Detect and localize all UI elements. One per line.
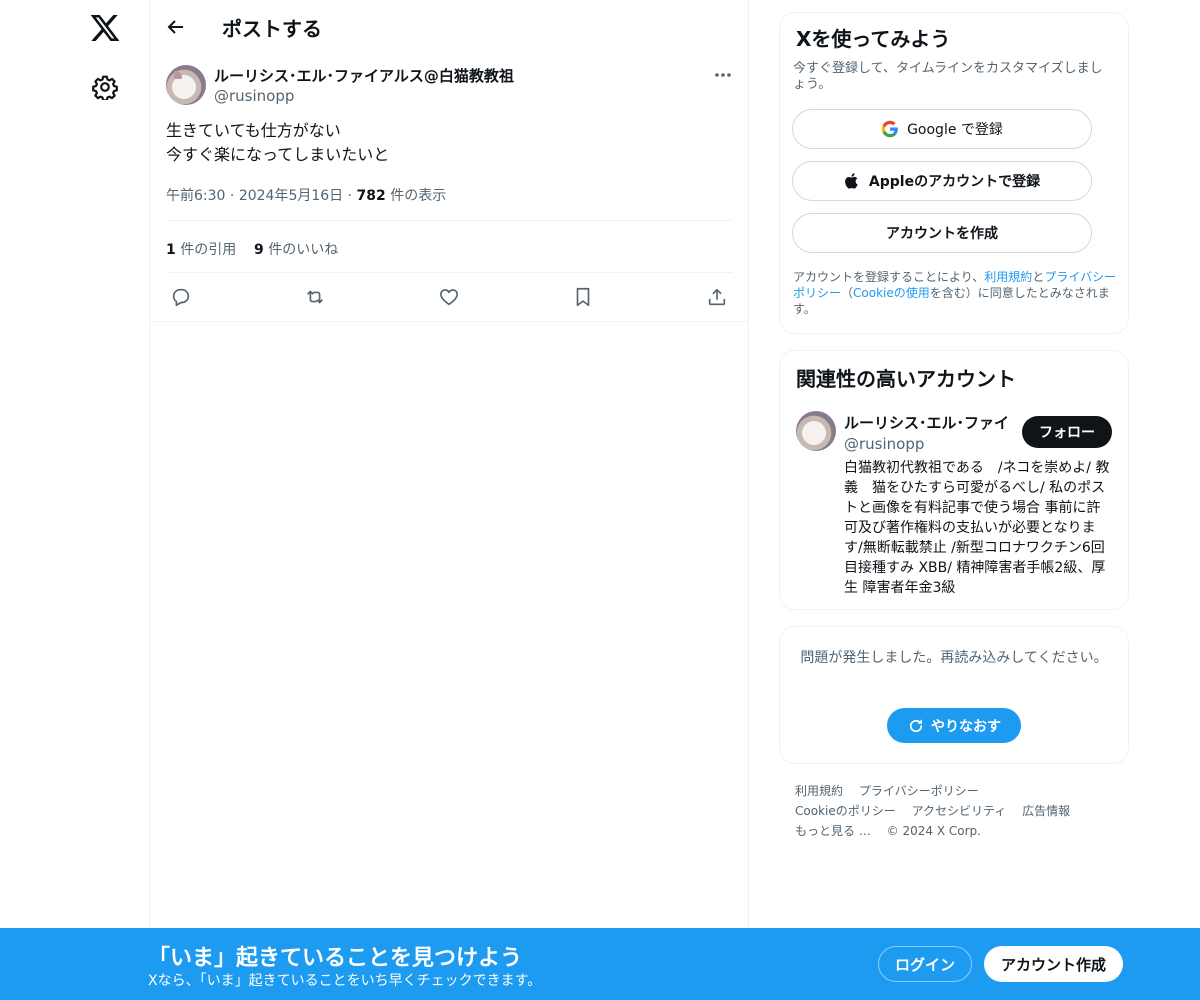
post-date[interactable]: 2024年5月16日	[239, 188, 343, 204]
avatar[interactable]	[796, 411, 836, 451]
post-actions	[150, 273, 749, 322]
cookie-link[interactable]: Cookieの使用	[853, 286, 930, 300]
create-account-label: アカウントを作成	[886, 226, 998, 242]
footer-terms-link[interactable]: 利用規約	[795, 784, 843, 798]
heart-icon[interactable]	[438, 286, 460, 308]
google-signup-button[interactable]: Google で登録	[792, 109, 1092, 149]
signup-button[interactable]: アカウント作成	[984, 946, 1123, 982]
likes-count: 9	[254, 242, 264, 258]
footer-ads-link[interactable]: 広告情報	[1022, 804, 1070, 818]
legal-mid: （	[841, 286, 854, 300]
related-account-handle[interactable]: @rusinopp	[844, 435, 924, 453]
error-message: 問題が発生しました。再読み込みしてください。	[800, 650, 1108, 666]
quotes-count: 1	[166, 242, 176, 258]
likes-stat[interactable]: 9 件のいいね	[254, 239, 338, 259]
post-author-name[interactable]: ルーリシス･エル･ファイアルス@白猫教教祖	[214, 65, 514, 86]
meta-separator: ·	[229, 188, 239, 204]
signup-card-title: Xを使ってみよう	[796, 27, 951, 51]
post-author-handle[interactable]: @rusinopp	[214, 87, 294, 105]
related-accounts-card: 関連性の高いアカウント ルーリシス･エル･ファイ @rusinopp フォロー …	[779, 350, 1129, 610]
apple-signup-label: Appleのアカウントで登録	[868, 174, 1041, 190]
bottom-signup-bar: 「いま」起きていることを見つけよう Xなら、「いま」起きていることをいち早くチェ…	[0, 928, 1200, 1000]
post-text-line: 今すぐ楽になってしまいたいと	[166, 145, 390, 164]
refresh-icon	[909, 718, 923, 732]
error-card: 問題が発生しました。再読み込みしてください。 やりなおす	[779, 626, 1129, 764]
meta-separator: ·	[347, 188, 357, 204]
footer-links: 利用規約 プライバシーポリシー Cookieのポリシー アクセシビリティ 広告情…	[795, 781, 1125, 841]
bookmark-icon[interactable]	[572, 286, 594, 308]
retry-button[interactable]: やりなおす	[887, 708, 1021, 743]
apple-icon	[845, 173, 858, 189]
x-logo-icon[interactable]	[89, 12, 121, 44]
views-count: 782	[356, 188, 386, 204]
more-options-icon[interactable]	[713, 65, 733, 85]
login-button[interactable]: ログイン	[878, 946, 972, 982]
signup-card: Xを使ってみよう 今すぐ登録して、タイムラインをカスタマイズしましょう。 Goo…	[779, 12, 1129, 334]
footer-cookie-link[interactable]: Cookieのポリシー	[795, 804, 896, 818]
page-header: ポストする	[150, 0, 748, 54]
terms-link[interactable]: 利用規約	[984, 270, 1032, 284]
gear-icon[interactable]	[92, 74, 118, 100]
footer-copyright: © 2024 X Corp.	[886, 824, 981, 838]
related-account-name[interactable]: ルーリシス･エル･ファイ	[844, 412, 1009, 433]
footer-more-link[interactable]: もっと見る …	[795, 824, 871, 838]
legal-prefix: アカウントを登録することにより、	[793, 270, 985, 284]
reply-icon[interactable]	[170, 286, 192, 308]
bottom-bar-title: 「いま」起きていることを見つけよう	[148, 946, 523, 971]
footer-privacy-link[interactable]: プライバシーポリシー	[859, 784, 979, 798]
quotes-stat[interactable]: 1 件の引用	[166, 239, 236, 259]
signup-legal-text: アカウントを登録することにより、利用規約とプライバシーポリシー（Cookieの使…	[793, 269, 1117, 317]
signup-card-subtitle: 今すぐ登録して、タイムラインをカスタマイズしましょう。	[793, 61, 1103, 92]
main-column: ポストする ルーリシス･エル･ファイアルス@白猫教教祖 @rusinopp 生き…	[150, 0, 749, 1000]
arrow-left-icon[interactable]	[164, 15, 188, 39]
avatar[interactable]	[166, 65, 206, 105]
retweet-icon[interactable]	[304, 286, 326, 308]
related-account-bio: 白猫教初代教祖である /ネコを崇めよ/ 教義 猫をひたすら可愛がるべし/ 私のポ…	[844, 460, 1110, 596]
page-title: ポストする	[222, 17, 322, 41]
related-accounts-title: 関連性の高いアカウント	[796, 367, 1016, 391]
post-stats: 1 件の引用 9 件のいいね	[166, 220, 733, 273]
post-text-line: 生きていても仕方がない	[166, 121, 341, 140]
follow-button[interactable]: フォロー	[1022, 416, 1112, 448]
post-time[interactable]: 午前6:30	[166, 188, 225, 204]
footer-accessibility-link[interactable]: アクセシビリティ	[912, 804, 1007, 818]
post-meta: 午前6:30 · 2024年5月16日 · 782 件の表示	[166, 185, 446, 205]
quotes-label: 件の引用	[180, 242, 237, 258]
likes-label: 件のいいね	[268, 242, 339, 258]
left-nav	[0, 0, 150, 1000]
legal-and: と	[1032, 270, 1045, 284]
create-account-button[interactable]: アカウントを作成	[792, 213, 1092, 253]
post-text: 生きていても仕方がない 今すぐ楽になってしまいたいと	[166, 119, 389, 167]
bottom-bar-subtitle: Xなら、「いま」起きていることをいち早くチェックできます。	[148, 973, 542, 989]
google-icon	[881, 120, 898, 138]
google-signup-label: Google で登録	[907, 122, 1003, 138]
views-label: 件の表示	[390, 188, 447, 204]
apple-signup-button[interactable]: Appleのアカウントで登録	[792, 161, 1092, 201]
retry-label: やりなおす	[931, 718, 1001, 735]
share-icon[interactable]	[706, 286, 728, 308]
